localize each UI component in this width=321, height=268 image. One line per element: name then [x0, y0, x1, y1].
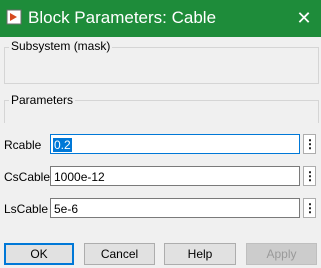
cscable-field[interactable]: 1000e-12 — [50, 166, 300, 186]
help-button[interactable]: Help — [164, 243, 236, 265]
ok-button[interactable]: OK — [4, 243, 74, 265]
param-label-lscable: LsCable — [4, 202, 49, 216]
rcable-field[interactable]: 0.2 — [50, 134, 300, 154]
close-icon[interactable]: ✕ — [293, 7, 315, 29]
rcable-value: 0.2 — [53, 138, 72, 152]
param-label-rcable: Rcable — [4, 138, 42, 152]
simulink-block-icon — [6, 9, 22, 25]
subsystem-mask-label: Subsystem (mask) — [9, 39, 113, 53]
cscable-value: 1000e-12 — [54, 170, 105, 184]
lscable-field[interactable]: 5e-6 — [50, 198, 300, 218]
window-title: Block Parameters: Cable — [28, 8, 217, 27]
title-bar: Block Parameters: Cable ✕ — [0, 0, 321, 37]
lscable-value: 5e-6 — [54, 202, 79, 216]
cscable-menu-icon[interactable]: ⋮ — [303, 166, 316, 186]
param-label-cscable: CsCable — [4, 170, 51, 184]
parameters-label: Parameters — [9, 93, 76, 107]
rcable-menu-icon[interactable]: ⋮ — [303, 134, 316, 154]
cancel-button[interactable]: Cancel — [84, 243, 155, 265]
apply-button: Apply — [246, 243, 317, 265]
lscable-menu-icon[interactable]: ⋮ — [303, 198, 316, 218]
